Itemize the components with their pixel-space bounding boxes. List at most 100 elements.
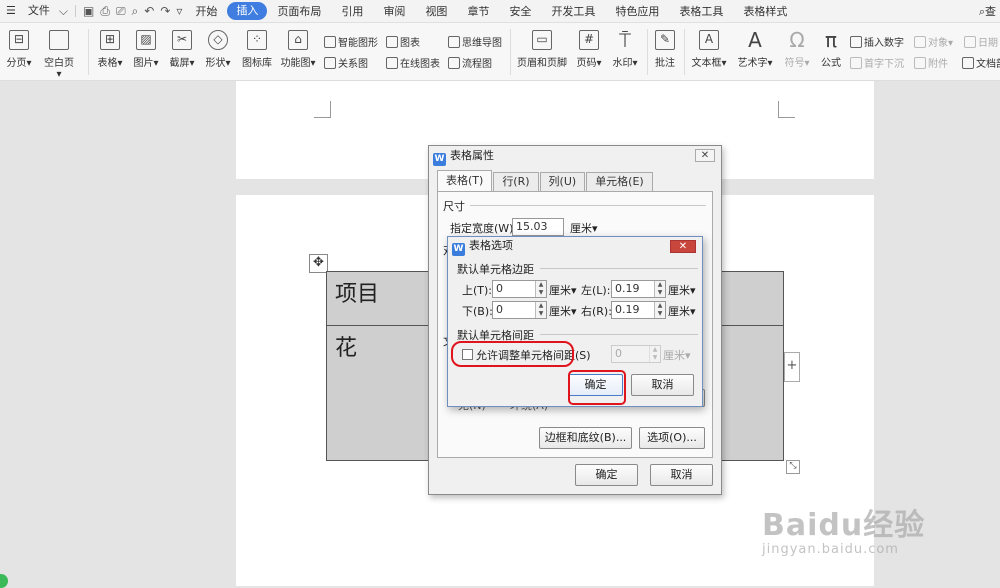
print-icon[interactable]: ⎚ xyxy=(113,4,129,19)
right-margin-input[interactable]: 0.19 ▲ ▼ xyxy=(611,301,666,319)
smart-shape-icon xyxy=(324,36,336,48)
dialog-title: 表格属性 xyxy=(450,149,494,162)
symbol-button[interactable]: Ω 符号▾ xyxy=(782,30,812,69)
dialog-title-bar[interactable]: W 表格属性 xyxy=(429,146,721,166)
wps-logo-icon: W xyxy=(452,243,465,256)
tab-insert[interactable]: 插入 xyxy=(227,2,268,20)
blank-page-button[interactable]: 空白页▾ xyxy=(42,30,76,80)
close-button[interactable]: ✕ xyxy=(695,149,715,162)
dialog-title: 表格选项 xyxy=(469,239,513,252)
picture-button[interactable]: ▨ 图片▾ xyxy=(132,30,160,69)
top-margin-input[interactable]: 0 ▲ ▼ xyxy=(492,280,547,298)
spinner-arrows-icon[interactable]: ▲ ▼ xyxy=(654,281,665,297)
spacing-value: 0 xyxy=(615,347,622,360)
bottom-margin-unit-select[interactable]: 厘米▾ xyxy=(549,303,577,319)
width-unit-select[interactable]: 厘米▾ xyxy=(570,220,598,236)
insert-number-button[interactable]: 插入数字 xyxy=(850,34,904,49)
tab-page-layout[interactable]: 页面布局 xyxy=(267,3,331,19)
ok-button[interactable]: 确定 xyxy=(575,464,638,486)
comment-button[interactable]: ✎ 批注 xyxy=(652,30,678,69)
attachment-button[interactable]: 附件 xyxy=(914,55,948,70)
right-margin-unit-select[interactable]: 厘米▾ xyxy=(668,303,696,319)
undo-icon[interactable]: ↶ xyxy=(141,4,157,18)
search-button[interactable]: ⌕查 xyxy=(979,3,1000,19)
watermark-icon: ⍑ xyxy=(619,28,631,52)
tab-table-tools[interactable]: 表格工具 xyxy=(669,3,733,19)
add-column-button[interactable]: + xyxy=(784,352,800,382)
tab-row[interactable]: 行(R) xyxy=(493,172,539,192)
relation-chart-icon xyxy=(324,57,336,69)
doc-part-button[interactable]: 文档部 xyxy=(962,55,1000,70)
text-box-button[interactable]: A 文本框▾ xyxy=(690,30,728,69)
spinner-arrows-icon[interactable]: ▲ ▼ xyxy=(654,302,665,318)
save-icon[interactable]: ▣ xyxy=(80,4,97,18)
mind-map-button[interactable]: 思维导图 xyxy=(448,34,502,49)
dialog-title-bar[interactable]: W 表格选项 xyxy=(448,237,702,256)
flowchart-button[interactable]: 流程图 xyxy=(448,55,492,70)
tab-column[interactable]: 列(U) xyxy=(539,172,586,192)
tab-cell[interactable]: 单元格(E) xyxy=(586,172,653,192)
tab-home[interactable]: 开始 xyxy=(185,3,227,19)
screenshot-button[interactable]: ✂ 截屏▾ xyxy=(168,30,196,69)
omega-icon: Ω xyxy=(789,28,805,52)
spinner-arrows-icon[interactable]: ▲ ▼ xyxy=(535,281,546,297)
smart-shape-button[interactable]: 智能图形 xyxy=(324,34,378,49)
bottom-margin-value: 0 xyxy=(496,303,503,316)
online-chart-icon xyxy=(386,57,398,69)
header-footer-button[interactable]: ▭ 页眉和页脚 xyxy=(516,30,568,69)
drop-cap-button[interactable]: 首字下沉 xyxy=(850,55,904,70)
tab-view[interactable]: 视图 xyxy=(415,3,457,19)
table-cell-text[interactable]: 花 xyxy=(335,330,357,362)
baidu-watermark: Baidu经验 jingyan.baidu.com xyxy=(762,500,925,557)
close-button[interactable]: ✕ xyxy=(670,240,696,253)
shapes-button[interactable]: ◇ 形状▾ xyxy=(204,30,232,69)
table-button[interactable]: ⊞ 表格▾ xyxy=(96,30,124,69)
formula-button[interactable]: π 公式 xyxy=(818,30,844,69)
watermark-url: jingyan.baidu.com xyxy=(762,542,899,557)
tab-security[interactable]: 安全 xyxy=(499,3,541,19)
spinner-arrows-icon[interactable]: ▲ ▼ xyxy=(535,302,546,318)
flowchart-icon xyxy=(448,57,460,69)
object-button[interactable]: 对象▾ xyxy=(914,34,953,49)
left-margin-input[interactable]: 0.19 ▲ ▼ xyxy=(611,280,666,298)
customize-dropdown-icon[interactable]: ▿ xyxy=(173,4,185,18)
tab-developer[interactable]: 开发工具 xyxy=(541,3,605,19)
tab-table-style[interactable]: 表格样式 xyxy=(733,3,797,19)
watermark-button[interactable]: ⍑ 水印▾ xyxy=(610,30,640,69)
function-chart-icon: ⌂ xyxy=(288,30,308,50)
tab-references[interactable]: 引用 xyxy=(331,3,373,19)
left-margin-value: 0.19 xyxy=(615,282,640,295)
redo-icon[interactable]: ↷ xyxy=(157,4,173,18)
tab-section[interactable]: 章节 xyxy=(457,3,499,19)
tab-special[interactable]: 特色应用 xyxy=(605,3,669,19)
tab-review[interactable]: 审阅 xyxy=(373,3,415,19)
chart-button[interactable]: 图表 xyxy=(386,34,420,49)
cancel-button[interactable]: 取消 xyxy=(650,464,713,486)
margin-mark-top-right xyxy=(778,101,795,118)
table-cell-text[interactable]: 项目 xyxy=(335,276,379,308)
page-number-button[interactable]: # 页码▾ xyxy=(574,30,604,69)
online-chart-button[interactable]: 在线图表 xyxy=(386,55,440,70)
print-preview-icon[interactable]: ⌕ xyxy=(129,4,142,19)
function-chart-button[interactable]: ⌂ 功能图▾ xyxy=(280,30,316,69)
art-text-button[interactable]: A 艺术字▾ xyxy=(734,30,776,69)
left-margin-unit-select[interactable]: 厘米▾ xyxy=(668,282,696,298)
bottom-margin-input[interactable]: 0 ▲ ▼ xyxy=(492,301,547,319)
top-margin-unit-select[interactable]: 厘米▾ xyxy=(549,282,577,298)
date-button[interactable]: 日期 xyxy=(964,34,998,49)
icon-library-button[interactable]: ⁘ 图标库 xyxy=(240,30,274,69)
export-pdf-icon[interactable]: ⎙ xyxy=(97,4,113,19)
borders-shading-button[interactable]: 边框和底纹(B)... xyxy=(539,427,632,449)
width-input[interactable]: 15.03 xyxy=(512,218,564,236)
table-resize-handle-icon[interactable]: ⤡ xyxy=(786,460,800,474)
relation-chart-button[interactable]: 关系图 xyxy=(324,55,368,70)
hamburger-menu-icon[interactable]: ☰ xyxy=(0,0,22,22)
file-menu[interactable]: 文件 xyxy=(22,0,56,22)
tab-table[interactable]: 表格(T) xyxy=(437,170,493,192)
file-dropdown-icon[interactable]: ⌵ xyxy=(56,4,71,19)
top-margin-label: 上(T): xyxy=(462,284,493,297)
drop-cap-icon xyxy=(850,57,862,69)
cancel-button[interactable]: 取消 xyxy=(631,374,694,396)
page-break-button[interactable]: ⊟ 分页▾ xyxy=(4,30,34,69)
options-button[interactable]: 选项(O)... xyxy=(639,427,705,449)
